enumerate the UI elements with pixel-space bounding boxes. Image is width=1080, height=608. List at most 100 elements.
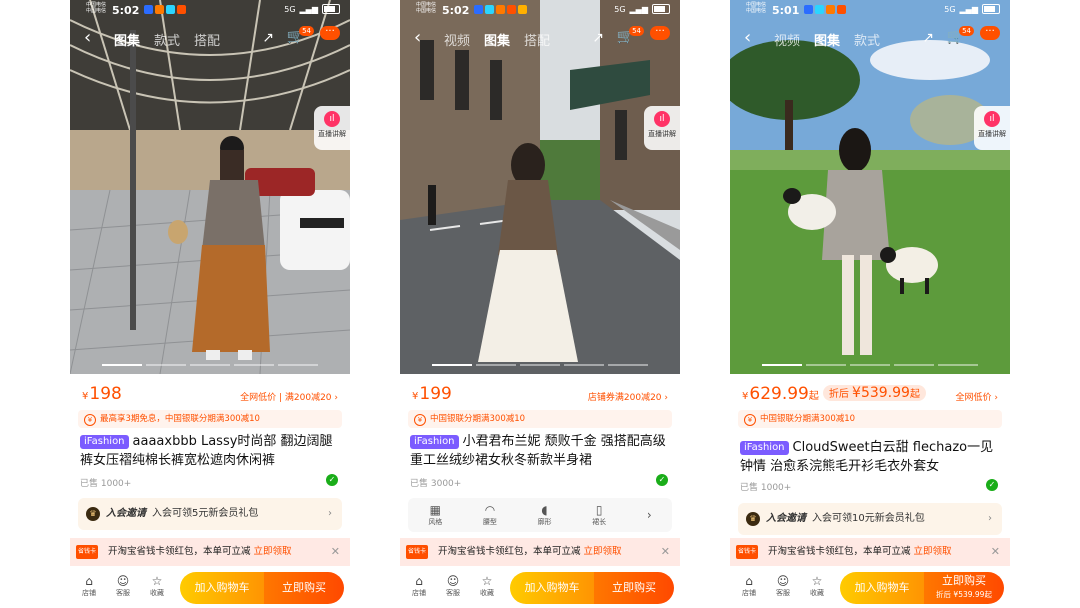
clock: 5:01 [772,4,800,17]
tab-gallery[interactable]: 图集 [484,30,510,49]
bottom-action-bar: ⌂ 店铺 ☺ 客服 ☆ 收藏 加入购物车 立即购买 [400,568,680,608]
close-icon[interactable]: ✕ [661,538,670,566]
savings-card-tag: 省钱卡 [736,545,759,559]
back-icon[interactable]: ‹ [84,28,91,48]
member-invite[interactable]: ♛ 入会邀请 入会可领10元新会员礼包 › [738,503,1002,535]
tab-styles[interactable]: 款式 [154,30,180,49]
add-to-cart-button[interactable]: 加入购物车 [510,572,594,604]
clock: 5:02 [442,4,470,17]
status-bar: 中国电信 中国电信 5:02 5G ▂▄▆ [400,0,680,22]
back-icon[interactable]: ‹ [414,28,421,48]
close-icon[interactable]: ✕ [331,538,340,566]
tab-video[interactable]: 视频 [774,30,800,49]
price-row: ¥199 店铺券满200减20 › [408,384,672,408]
savings-card-banner[interactable]: 省钱卡 开淘宝省钱卡领红包，本单可立减 立即领取 ✕ [400,538,680,566]
media-tabs: 视频 图集 款式 [774,30,880,49]
tab-video[interactable]: 视频 [444,30,470,49]
more-button[interactable]: ··· [980,26,1000,40]
favorite-button[interactable]: ☆ 收藏 [476,574,498,598]
favorite-button[interactable]: ☆ 收藏 [146,574,168,598]
style-icon: ▦ [429,503,441,517]
product-image-gallery[interactable]: 中国电信 中国电信 5:02 5G ▂▄▆ ‹ 图集 款式 搭配 ↗ 🛒 54 ··… [70,0,350,374]
installment-promo[interactable]: ¥ 中国银联分期满300减10 [408,410,672,428]
price: ¥199 [412,384,452,404]
shop-button[interactable]: ⌂ 店铺 [408,574,430,598]
live-bars-icon: ıl [324,111,340,127]
wechat-share-icon[interactable]: ✓ [656,474,668,486]
back-icon[interactable]: ‹ [744,28,751,48]
share-icon[interactable]: ↗ [922,30,934,46]
buy-now-button[interactable]: 立即购买 [264,572,344,604]
star-icon: ☆ [811,574,823,588]
tab-styles[interactable]: 款式 [854,30,880,49]
live-explain-button[interactable]: ıl 直播讲解 [974,106,1010,150]
share-icon[interactable]: ↗ [262,30,274,46]
savings-card-tag: 省钱卡 [76,545,99,559]
live-explain-button[interactable]: ıl 直播讲解 [314,106,350,150]
coupon-info[interactable]: 全网低价 › [956,390,998,403]
tab-outfits[interactable]: 搭配 [524,30,550,49]
category-style[interactable]: ▦ 风格 [428,503,442,527]
close-icon[interactable]: ✕ [991,538,1000,566]
sold-count: 已售 1000+ [80,479,132,489]
add-to-cart-button[interactable]: 加入购物车 [840,572,924,604]
share-icon[interactable]: ↗ [592,30,604,46]
ifashion-tag: iFashion [740,441,789,455]
service-button[interactable]: ☺ 客服 [112,574,134,598]
coupon-icon: ¥ [84,414,96,426]
coupon-info[interactable]: 全网低价 | 满200减20 › [240,390,338,403]
product-image-gallery[interactable]: 中国电信 中国电信 5:02 5G ▂▄▆ ‹ 视频 图集 搭配 ↗ 🛒 54 ··… [400,0,680,374]
more-button[interactable]: ··· [650,26,670,40]
discount-price-pill: 折后 ¥539.99起 [822,385,926,401]
add-to-cart-button[interactable]: 加入购物车 [180,572,264,604]
shop-button[interactable]: ⌂ 店铺 [738,574,760,598]
product-photo [730,0,1010,374]
chevron-right-icon: › [328,508,332,519]
price: ¥629.99起 折后 ¥539.99起 [742,384,926,404]
claim-link[interactable]: 立即领取 [254,546,292,557]
product-title: iFashion aaaaxbbb Lassy时尚部 翻边阔腿裤女压褶纯棉长裤宽松… [80,434,333,468]
product-title: iFashion 小君君布兰妮 颓败千金 强搭配高级重工丝绒纱裙女秋冬新款半身裙 [410,434,666,468]
cart-count-badge: 54 [299,26,314,36]
category-silhouette[interactable]: ◖ 廓形 [538,503,552,527]
chat-icon: ☺ [116,574,130,588]
tab-gallery[interactable]: 图集 [814,30,840,49]
status-bar: 中国电信 中国电信 5:01 5G ▂▄▆ [730,0,1010,22]
buy-now-button[interactable]: 立即购买 折后 ¥539.99起 [924,572,1004,604]
gallery-indicator [730,364,1010,366]
signal-icon: ▂▄▆ [299,4,318,14]
category-waist[interactable]: ◠ 腰型 [483,503,497,527]
service-button[interactable]: ☺ 客服 [772,574,794,598]
bottom-action-bar: ⌂ 店铺 ☺ 客服 ☆ 收藏 加入购物车 立即购买 折后 ¥539.99起 [730,568,1010,608]
wechat-share-icon[interactable]: ✓ [986,479,998,491]
live-explain-button[interactable]: ıl 直播讲解 [644,106,680,150]
product-image-gallery[interactable]: 中国电信 中国电信 5:01 5G ▂▄▆ ‹ 视频 图集 款式 ↗ 🛒 54 ··… [730,0,1010,374]
shop-button[interactable]: ⌂ 店铺 [78,574,100,598]
ifashion-tag: iFashion [410,435,459,449]
savings-card-banner[interactable]: 省钱卡 开淘宝省钱卡领红包，本单可立减 立即领取 ✕ [70,538,350,566]
tab-gallery[interactable]: 图集 [114,30,140,49]
ifashion-tag: iFashion [80,435,129,449]
installment-promo[interactable]: ¥ 中国银联分期满300减10 [738,410,1002,428]
sold-count: 已售 1000+ [740,483,792,493]
store-icon: ⌂ [745,574,753,588]
notification-icons [474,5,527,14]
claim-link[interactable]: 立即领取 [914,546,952,557]
coupon-icon: ¥ [414,414,426,426]
service-button[interactable]: ☺ 客服 [442,574,464,598]
chevron-right-icon[interactable]: › [647,508,652,522]
wechat-share-icon[interactable]: ✓ [326,474,338,486]
installment-promo[interactable]: ¥ 最高享3期免息，中国银联分期满300减10 [78,410,342,428]
coupon-info[interactable]: 店铺券满200减20 › [588,390,668,403]
savings-card-banner[interactable]: 省钱卡 开淘宝省钱卡领红包，本单可立减 立即领取 ✕ [730,538,1010,566]
tab-outfits[interactable]: 搭配 [194,30,220,49]
gallery-indicator [400,364,680,366]
claim-link[interactable]: 立即领取 [584,546,622,557]
buy-now-button[interactable]: 立即购买 [594,572,674,604]
member-invite[interactable]: ♛ 入会邀请 入会可领5元新会员礼包 › [78,498,342,530]
star-icon: ☆ [481,574,493,588]
more-button[interactable]: ··· [320,26,340,40]
system-icons: 5G ▂▄▆ [944,4,1000,14]
category-length[interactable]: ▯ 裙长 [592,503,606,527]
favorite-button[interactable]: ☆ 收藏 [806,574,828,598]
